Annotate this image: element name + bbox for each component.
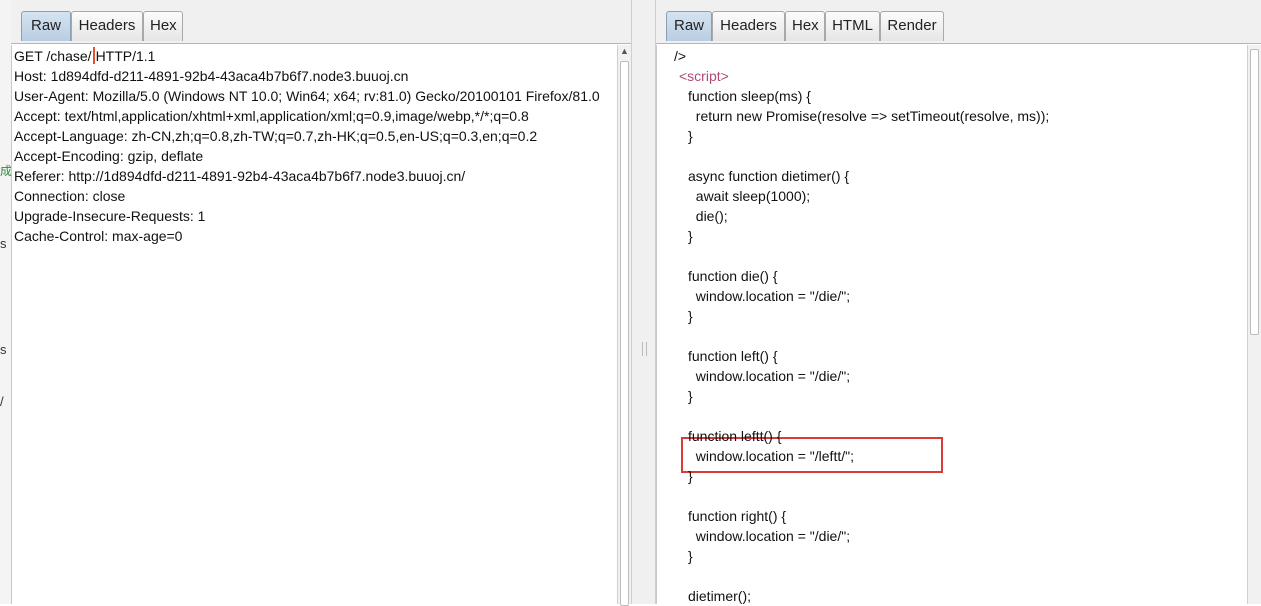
response-code-line: function leftt() { [688,428,782,444]
request-line-end: HTTP/1.1 [95,48,156,64]
response-code-line: window.location = "/die/"; [688,528,851,544]
response-code-line: } [688,388,693,404]
response-code-line: window.location = "/die/"; [688,288,851,304]
response-code-line: return new Promise(resolve => setTimeout… [688,108,1050,124]
response-code-line: } [688,228,693,244]
response-code-line: /> [674,48,687,64]
edge-fragment: s [0,236,7,251]
request-header-line: Host: 1d894dfd-d211-4891-92b4-43aca4b7b6… [14,68,409,84]
response-code-line: die(); [688,208,728,224]
response-code-line: window.location = "/leftt/"; [688,448,854,464]
request-header-line: Referer: http://1d894dfd-d211-4891-92b4-… [14,168,466,184]
response-code-line: } [688,128,693,144]
request-line-start: GET /chase/ [14,48,92,64]
tab-headers[interactable]: Headers [712,11,785,41]
response-code-line: } [688,468,693,484]
tab-raw[interactable]: Raw [21,11,71,41]
divider-grip-icon[interactable] [642,342,647,356]
tab-raw[interactable]: Raw [666,11,712,41]
request-header-line: Accept-Language: zh-CN,zh;q=0.8,zh-TW;q=… [14,128,538,144]
tab-headers[interactable]: Headers [71,11,143,41]
response-code-line: await sleep(1000); [688,188,811,204]
request-header-line: Upgrade-Insecure-Requests: 1 [14,208,206,224]
split-pane-divider[interactable] [631,0,656,604]
response-editor[interactable]: /> <script> function sleep(ms) { return ne… [656,45,1247,604]
request-editor[interactable]: GET /chase/HTTP/1.1 Host: 1d894dfd-d211-… [11,45,617,604]
response-code-line: function die() { [688,268,778,284]
tab-hex[interactable]: Hex [143,11,183,41]
text-caret [92,47,95,64]
response-code-line: } [688,308,693,324]
scroll-thumb[interactable] [620,61,629,606]
request-header-line: Accept-Encoding: gzip, deflate [14,148,204,164]
request-header-line: Cache-Control: max-age=0 [14,228,183,244]
edge-fragment: s [0,342,7,357]
response-code-line: function right() { [688,508,787,524]
request-header-line: Connection: close [14,188,126,204]
response-code-line: function left() { [688,348,778,364]
edge-fragment: / [0,394,4,409]
scroll-thumb[interactable] [1250,49,1259,335]
scroll-up-arrow-icon[interactable]: ▲ [620,46,629,56]
response-code-line: } [688,548,693,564]
request-pane: Raw Headers Hex GET /chase/HTTP/1.1 Host… [11,0,631,606]
request-tab-bar: Raw Headers Hex [11,0,631,44]
request-header-line: User-Agent: Mozilla/5.0 (Windows NT 10.0… [14,88,600,104]
response-pane: Raw Headers Hex HTML Render /> <script> fu… [656,0,1261,604]
script-open-tag: <script> [679,68,729,84]
response-code-line: async function dietimer() { [688,168,850,184]
response-scrollbar[interactable] [1247,45,1261,604]
request-line: GET /chase/HTTP/1.1 [14,46,155,66]
response-code-line: window.location = "/die/"; [688,368,851,384]
tab-render[interactable]: Render [880,11,944,41]
request-header-line: Accept: text/html,application/xhtml+xml,… [14,108,529,124]
response-code-line: function sleep(ms) { [688,88,811,104]
response-code-line: dietimer(); [688,588,752,604]
request-scrollbar[interactable]: ▲ [617,45,631,606]
tab-html[interactable]: HTML [825,11,880,41]
tab-hex[interactable]: Hex [785,11,825,41]
response-tab-bar: Raw Headers Hex HTML Render [656,0,1261,44]
